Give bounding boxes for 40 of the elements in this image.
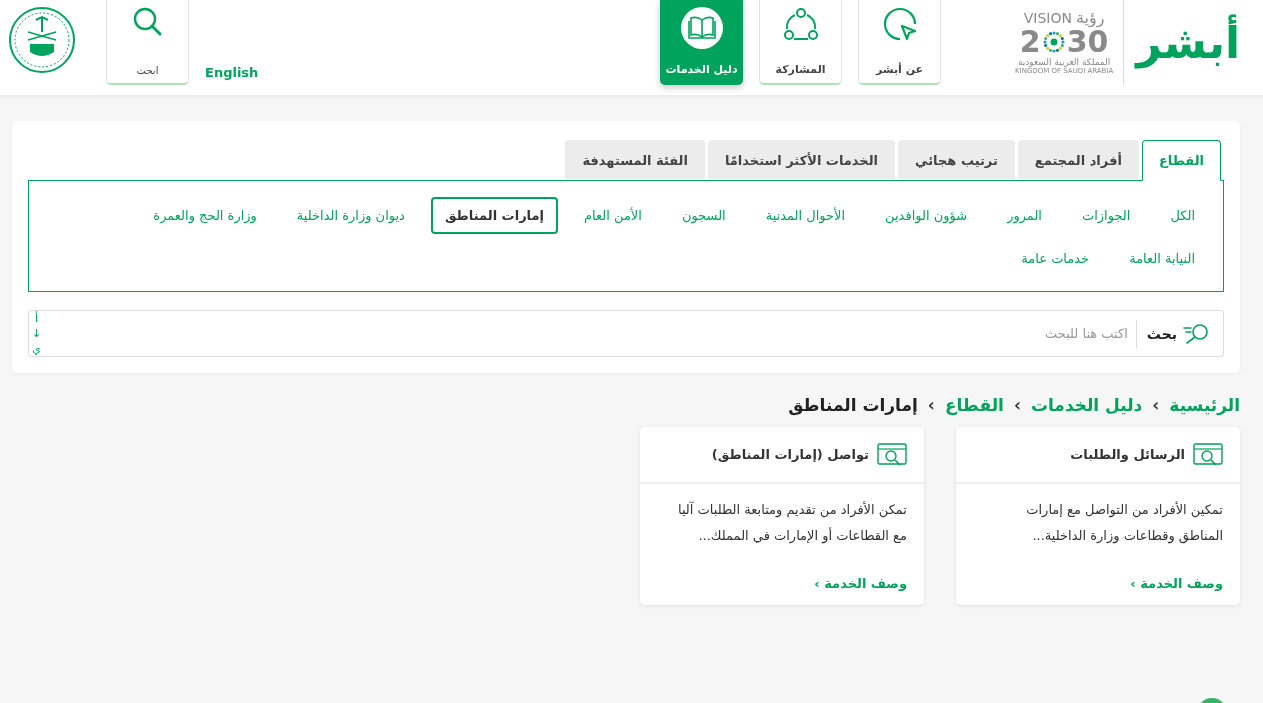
language-link[interactable]: English bbox=[205, 65, 259, 80]
country-arabic: المملكة العربية السعودية bbox=[1017, 58, 1111, 67]
breadcrumb-separator: › bbox=[1013, 395, 1021, 415]
filter-tab[interactable]: أفراد المجتمع bbox=[1017, 140, 1139, 179]
nav-tab[interactable]: المشاركة bbox=[759, 0, 843, 85]
browser-search-icon bbox=[877, 442, 907, 467]
breadcrumb-link[interactable]: القطاع bbox=[944, 395, 1004, 415]
breadcrumb-separator: › bbox=[1152, 395, 1160, 415]
card-description: تمكين الأفراد من التواصل مع إمارات المناطق وقطاعات وزارة الداخلية... bbox=[1025, 500, 1223, 546]
nav-tab[interactable]: عن أبشر bbox=[858, 0, 942, 85]
browser-search-icon bbox=[1193, 442, 1223, 467]
vision-digit: 2 bbox=[1019, 27, 1041, 57]
sort-toggle[interactable]: أ ↓ ي bbox=[29, 311, 45, 356]
service-link[interactable]: وصف الخدمة › bbox=[1130, 576, 1223, 591]
service-link[interactable]: وصف الخدمة › bbox=[814, 576, 907, 591]
brand-logo[interactable]: أبشر bbox=[1123, 0, 1240, 85]
sector-option[interactable]: إمارات المناطق bbox=[430, 197, 558, 234]
current-page-label: إمارات المناطق bbox=[788, 395, 918, 415]
filter-tab[interactable]: القطاع bbox=[1141, 140, 1221, 181]
filter-tab[interactable]: الخدمات الأكثر استخدامًا bbox=[707, 140, 896, 179]
vision-word: VISION bbox=[1023, 11, 1072, 25]
vision-arabic: رؤية bbox=[1076, 10, 1105, 26]
book-icon bbox=[679, 6, 724, 50]
search-icon bbox=[131, 6, 164, 38]
flower-icon bbox=[1041, 30, 1066, 54]
search-field[interactable]: بحث اكتب هنا للبحث أ ↓ ي bbox=[28, 310, 1224, 357]
card-title: تواصل (إمارات المناطق) bbox=[711, 447, 869, 462]
breadcrumb-link[interactable]: الرئيسية bbox=[1169, 395, 1240, 415]
card-description: تمكن الأفراد من تقديم ومتابعة الطلبات آليا مع القطاعات أو الإمارات في المملك... bbox=[676, 500, 907, 546]
nav-tab[interactable]: دليل الخدمات bbox=[660, 0, 744, 85]
cursor-icon bbox=[881, 6, 918, 42]
filter-tab[interactable]: الفئة المستهدفة bbox=[565, 140, 705, 179]
search-button[interactable]: ابحث bbox=[106, 0, 189, 85]
search-label: بحث bbox=[1135, 319, 1183, 348]
vision-digits: 30 bbox=[1066, 27, 1109, 57]
filter-tab[interactable]: ترتيب هجائي bbox=[898, 140, 1015, 179]
breadcrumb-link[interactable]: دليل الخدمات bbox=[1030, 395, 1143, 415]
emblem-drawing bbox=[8, 6, 76, 74]
breadcrumb-separator: › bbox=[927, 395, 935, 415]
card-title: الرسائل والطلبات bbox=[1070, 447, 1185, 462]
